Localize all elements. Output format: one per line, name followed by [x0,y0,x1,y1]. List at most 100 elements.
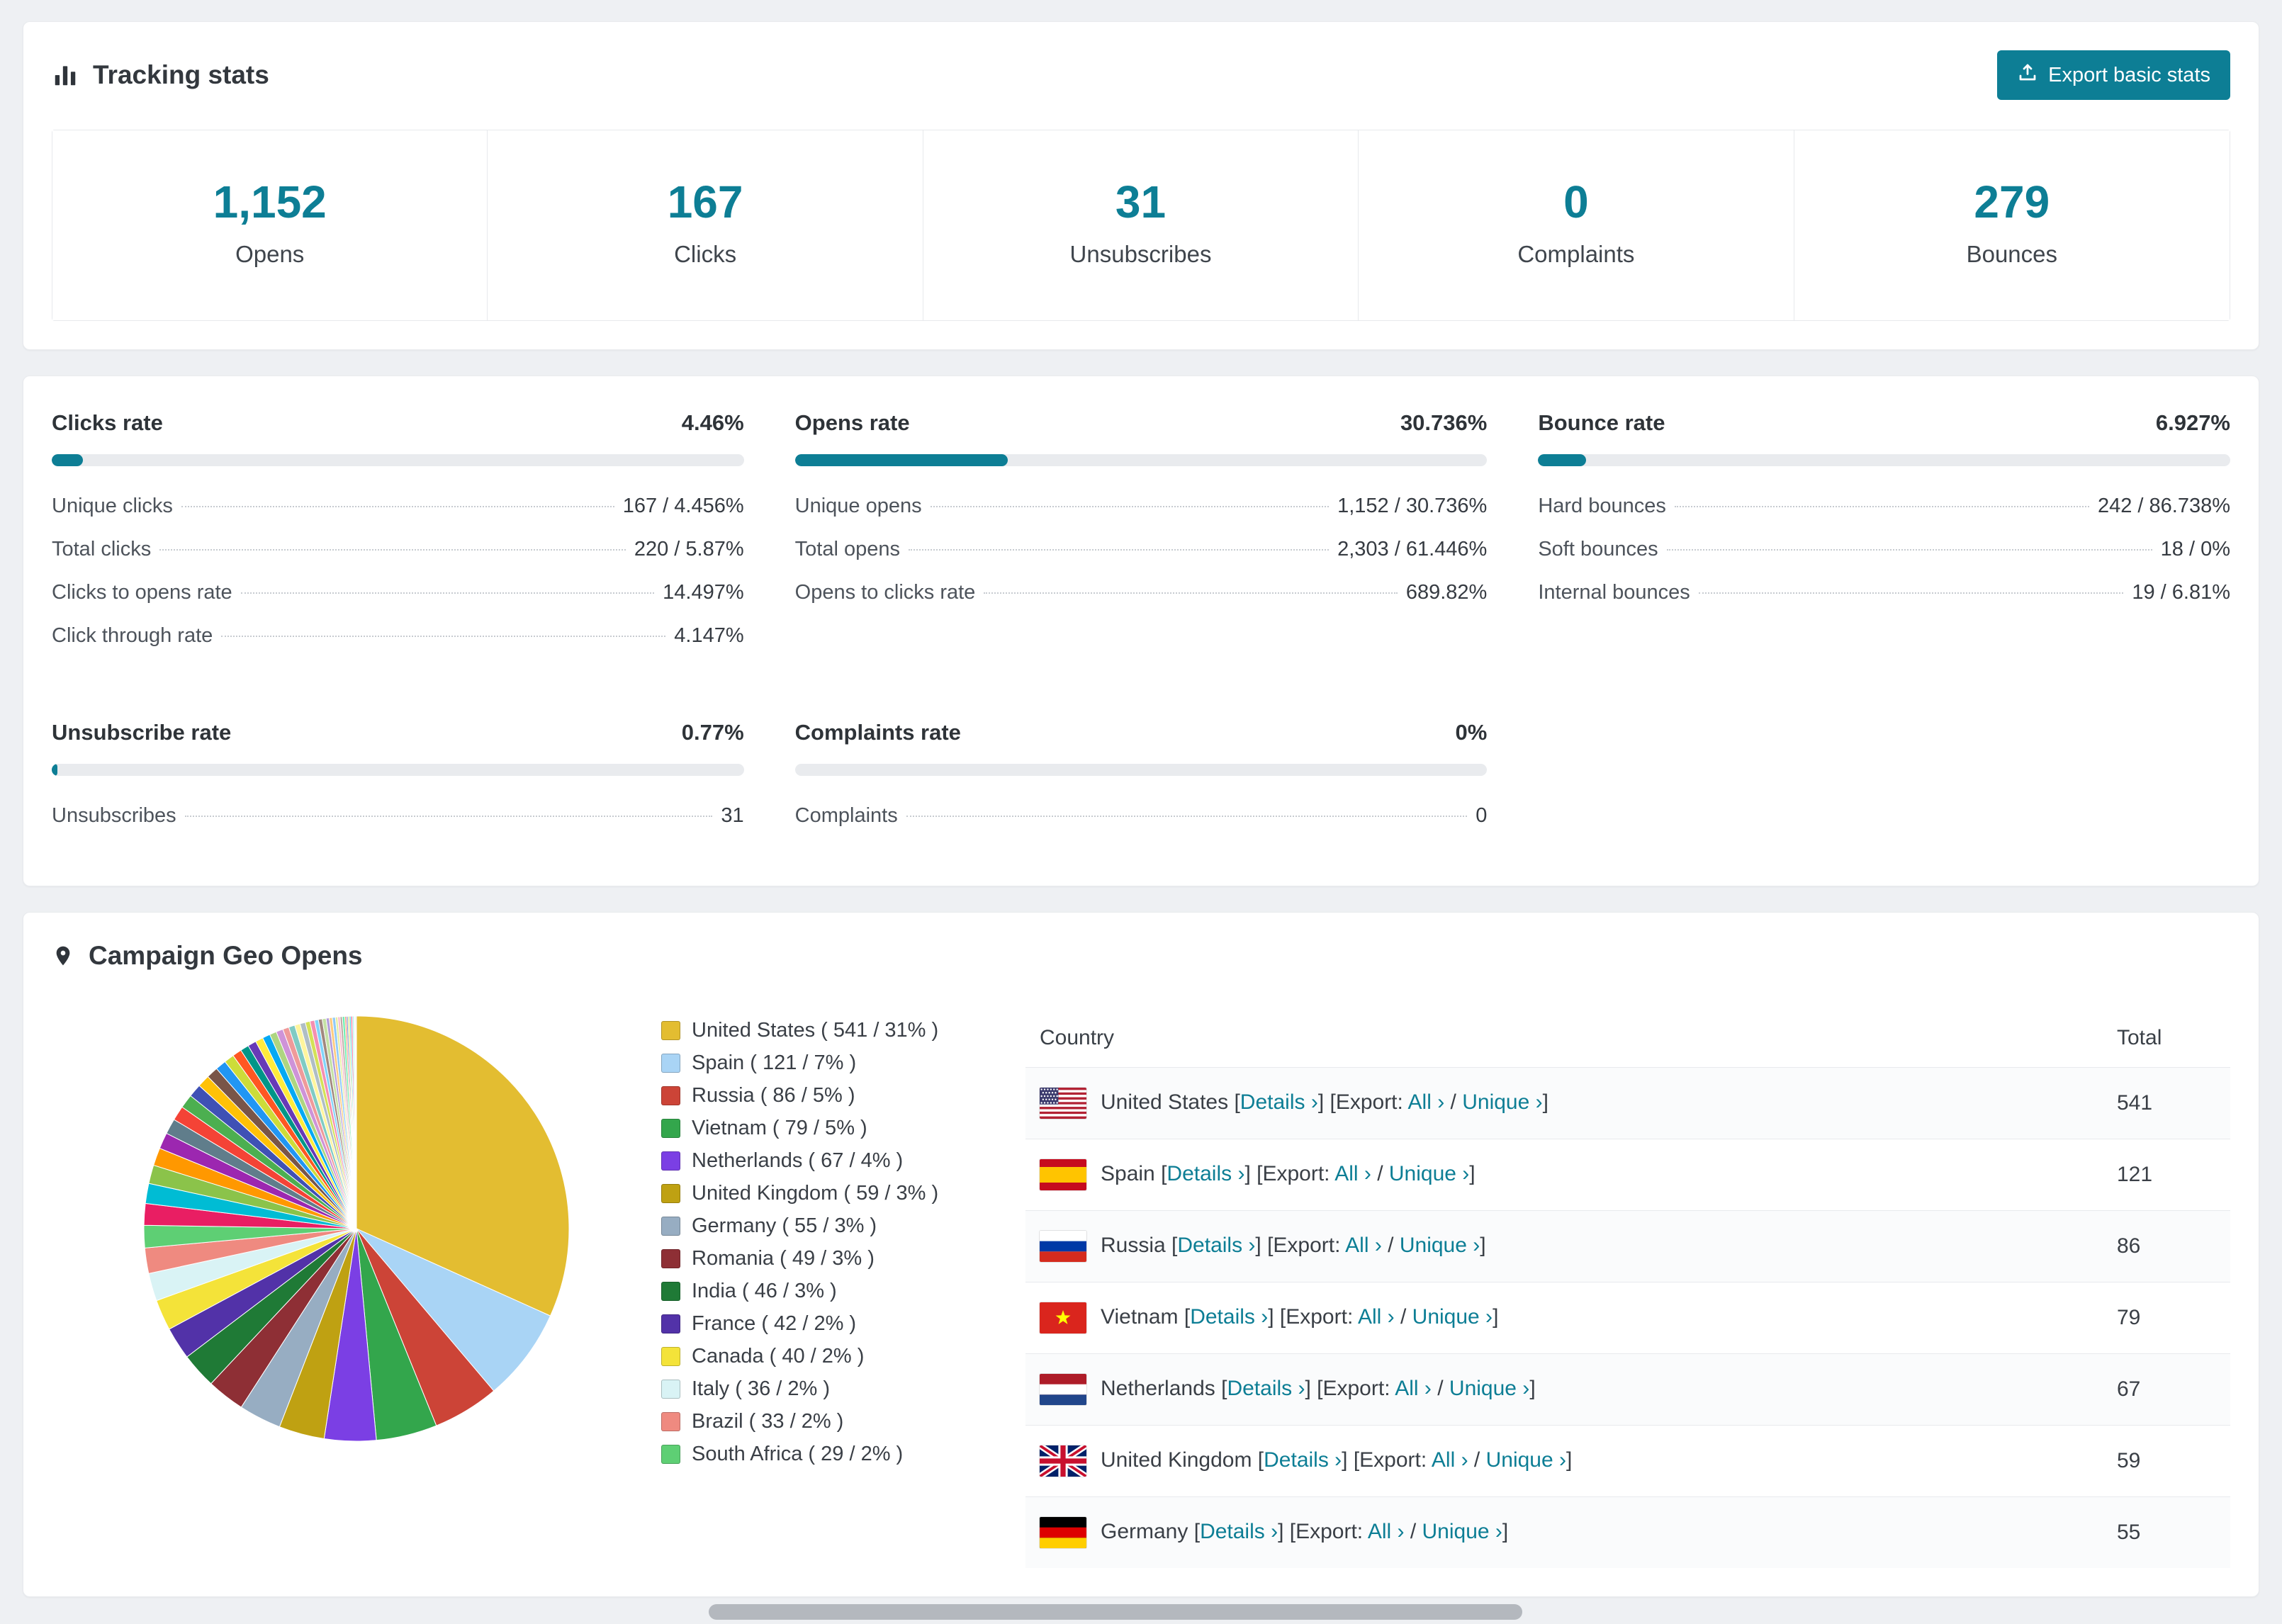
legend-item-germany[interactable]: Germany ( 55 / 3% ) [661,1214,994,1238]
details-link[interactable]: Details › [1177,1234,1255,1257]
legend-item-russia[interactable]: Russia ( 86 / 5% ) [661,1084,994,1107]
bracket: ] [Export: [1244,1161,1335,1185]
geo-table-header-row: Country Total [1025,1009,2230,1068]
rate-value: 0.77% [681,720,744,745]
rate-stat-row: Complaints 0 [795,794,1488,838]
export-unique-link[interactable]: Unique › [1422,1520,1502,1543]
legend-item-italy[interactable]: Italy ( 36 / 2% ) [661,1377,994,1401]
export-unique-link[interactable]: Unique › [1462,1090,1542,1114]
legend-label: Germany ( 55 / 3% ) [692,1214,877,1237]
export-unique-link[interactable]: Unique › [1486,1448,1566,1472]
rate-stat-label: Internal bounces [1538,581,1690,604]
details-link[interactable]: Details › [1264,1448,1342,1472]
geo-table-body: United States [Details ›] [Export: All ›… [1025,1067,2230,1568]
bracket: ] [1469,1161,1476,1185]
geo-country-cell: Netherlands [Details ›] [Export: All › /… [1025,1353,2103,1426]
horizontal-scrollbar-thumb[interactable] [709,1604,1522,1620]
rate-value: 30.736% [1400,410,1488,435]
details-link[interactable]: Details › [1200,1520,1278,1543]
stat-label: Complaints [1517,241,1635,267]
rate-stat-row: Unique clicks 167 / 4.456% [52,485,744,528]
export-basic-stats-button[interactable]: Export basic stats [1997,50,2230,100]
geo-country-cell: United States [Details ›] [Export: All ›… [1025,1067,2103,1139]
rate-panel-header: Opens rate 30.736% [795,410,1488,436]
progress-bar-fill [52,454,83,466]
rate-panel-header: Bounce rate 6.927% [1538,410,2230,436]
geo-opens-title-text: Campaign Geo Opens [89,941,363,970]
legend-item-romania[interactable]: Romania ( 49 / 3% ) [661,1247,994,1270]
rate-panel-bounce-rate: Bounce rate 6.927% Hard bounces 242 / 86.73… [1538,410,2230,658]
progress-bar-fill [794,454,1008,466]
export-unique-link[interactable]: Unique › [1389,1162,1469,1185]
rate-stat-row: Hard bounces 242 / 86.738% [1538,485,2230,528]
legend-item-south-africa[interactable]: South Africa ( 29 / 2% ) [661,1443,994,1466]
rate-stat-value: 242 / 86.738% [2097,495,2230,517]
country-name: United Kingdom [1101,1448,1258,1472]
legend-label: South Africa ( 29 / 2% ) [692,1443,904,1465]
rate-stat-row: Total opens 2,303 / 61.446% [795,528,1488,571]
legend-item-india[interactable]: India ( 46 / 3% ) [661,1280,994,1303]
stat-box-clicks: 167 Clicks [488,130,923,320]
details-link[interactable]: Details › [1167,1162,1244,1185]
details-link[interactable]: Details › [1227,1377,1305,1400]
bracket: ] [Export: [1268,1304,1358,1329]
dotted-leader [221,636,666,637]
export-all-link[interactable]: All › [1334,1162,1371,1185]
geo-pie-chart[interactable] [137,1009,576,1448]
rate-stat-label: Opens to clicks rate [794,581,976,604]
legend-item-united-kingdom[interactable]: United Kingdom ( 59 / 3% ) [661,1182,994,1205]
tracking-stats-title: Tracking stats [52,60,269,90]
legend-item-france[interactable]: France ( 42 / 2% ) [661,1312,994,1336]
dotted-leader [181,506,614,507]
bracket: ] [Export: [1317,1090,1408,1114]
rate-stat-label: Unsubscribes [52,804,176,827]
legend-item-brazil[interactable]: Brazil ( 33 / 2% ) [661,1410,994,1433]
details-link[interactable]: Details › [1240,1090,1318,1114]
stat-label: Bounces [1966,241,2058,267]
export-all-link[interactable]: All › [1408,1090,1445,1114]
export-all-link[interactable]: All › [1395,1377,1432,1400]
rate-rows: Complaints 0 [795,794,1488,838]
geo-opens-title: Campaign Geo Opens [52,941,363,971]
export-icon [2017,62,2038,89]
progress-bar [52,454,744,466]
export-all-link[interactable]: All › [1432,1448,1468,1472]
country-name: United States [1101,1090,1235,1114]
geo-country-cell: Germany [Details ›] [Export: All › / Uni… [1025,1496,2103,1568]
country-name: Netherlands [1101,1376,1222,1400]
total-column-header: Total [2117,1026,2162,1049]
progress-bar [794,454,1488,466]
progress-bar-fill [1538,454,1586,466]
legend-swatch [661,1412,680,1431]
legend-item-canada[interactable]: Canada ( 40 / 2% ) [661,1345,994,1368]
geo-table-row-spain: Spain [Details ›] [Export: All › / Uniqu… [1025,1139,2230,1211]
export-unique-link[interactable]: Unique › [1400,1234,1480,1257]
rate-stat-value: 19 / 6.81% [2132,581,2230,604]
slash: / [1444,1090,1463,1114]
rate-stat-row: Total clicks 220 / 5.87% [52,528,744,571]
export-all-link[interactable]: All › [1345,1234,1382,1257]
rate-stat-label: Unique opens [794,495,922,517]
legend-item-netherlands[interactable]: Netherlands ( 67 / 4% ) [661,1149,994,1173]
slash: / [1371,1161,1389,1185]
geo-table-row-germany: Germany [Details ›] [Export: All › / Uni… [1025,1496,2230,1568]
rate-stat-value: 18 / 0% [2160,538,2230,560]
details-link[interactable]: Details › [1190,1305,1268,1329]
export-all-link[interactable]: All › [1358,1305,1395,1329]
geo-country-cell: United Kingdom [Details ›] [Export: All … [1025,1425,2103,1497]
legend-label: India ( 46 / 3% ) [692,1280,837,1302]
export-all-link[interactable]: All › [1368,1520,1405,1543]
country-name: Spain [1101,1161,1162,1185]
bar-chart-icon [52,62,79,89]
export-unique-link[interactable]: Unique › [1412,1305,1493,1329]
bracket: ] [Export: [1255,1233,1346,1257]
legend-swatch [661,1217,680,1236]
legend-item-spain[interactable]: Spain ( 121 / 7% ) [661,1051,994,1075]
rate-stat-row: Unsubscribes 31 [52,794,744,838]
rate-stat-row: Opens to clicks rate 689.82% [795,571,1488,614]
legend-item-vietnam[interactable]: Vietnam ( 79 / 5% ) [661,1117,994,1140]
rate-panel-opens-rate: Opens rate 30.736% Unique opens 1,152 / 30.… [794,410,1488,658]
export-unique-link[interactable]: Unique › [1449,1377,1529,1400]
legend-item-united-states[interactable]: United States ( 541 / 31% ) [661,1019,994,1042]
rate-stat-label: Click through rate [52,624,213,647]
